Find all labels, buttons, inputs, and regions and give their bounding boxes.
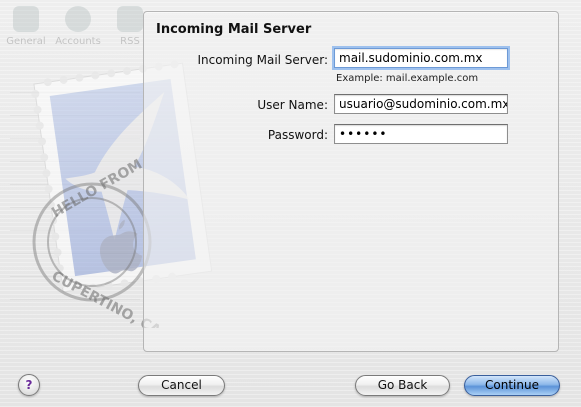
username-label: User Name:	[257, 98, 328, 112]
incoming-server-label: Incoming Mail Server:	[197, 53, 328, 67]
incoming-server-hint: Example: mail.example.com	[336, 73, 479, 84]
incoming-server-field[interactable]: mail.sudominio.com.mx	[334, 48, 508, 68]
password-field[interactable]: ••••••	[334, 124, 508, 144]
at-sign-icon	[65, 6, 91, 32]
panel-heading: Incoming Mail Server	[156, 22, 312, 37]
ghost-toolbar: General Accounts RSS	[0, 0, 150, 56]
rss-icon	[117, 6, 143, 32]
ghost-tool-accounts-label: Accounts	[55, 36, 101, 47]
password-label: Password:	[267, 128, 328, 142]
help-button[interactable]: ?	[18, 374, 40, 396]
go-back-button[interactable]: Go Back	[355, 375, 450, 396]
continue-button[interactable]: Continue	[464, 375, 560, 396]
ghost-tool-accounts: Accounts	[52, 6, 104, 47]
ghost-tool-general-label: General	[6, 36, 46, 47]
username-field[interactable]: usuario@sudominio.com.mx	[334, 94, 508, 114]
ghost-tool-rss-label: RSS	[120, 36, 140, 47]
cancel-button[interactable]: Cancel	[138, 375, 225, 396]
ghost-tool-general: General	[0, 6, 52, 47]
general-icon	[13, 6, 39, 32]
